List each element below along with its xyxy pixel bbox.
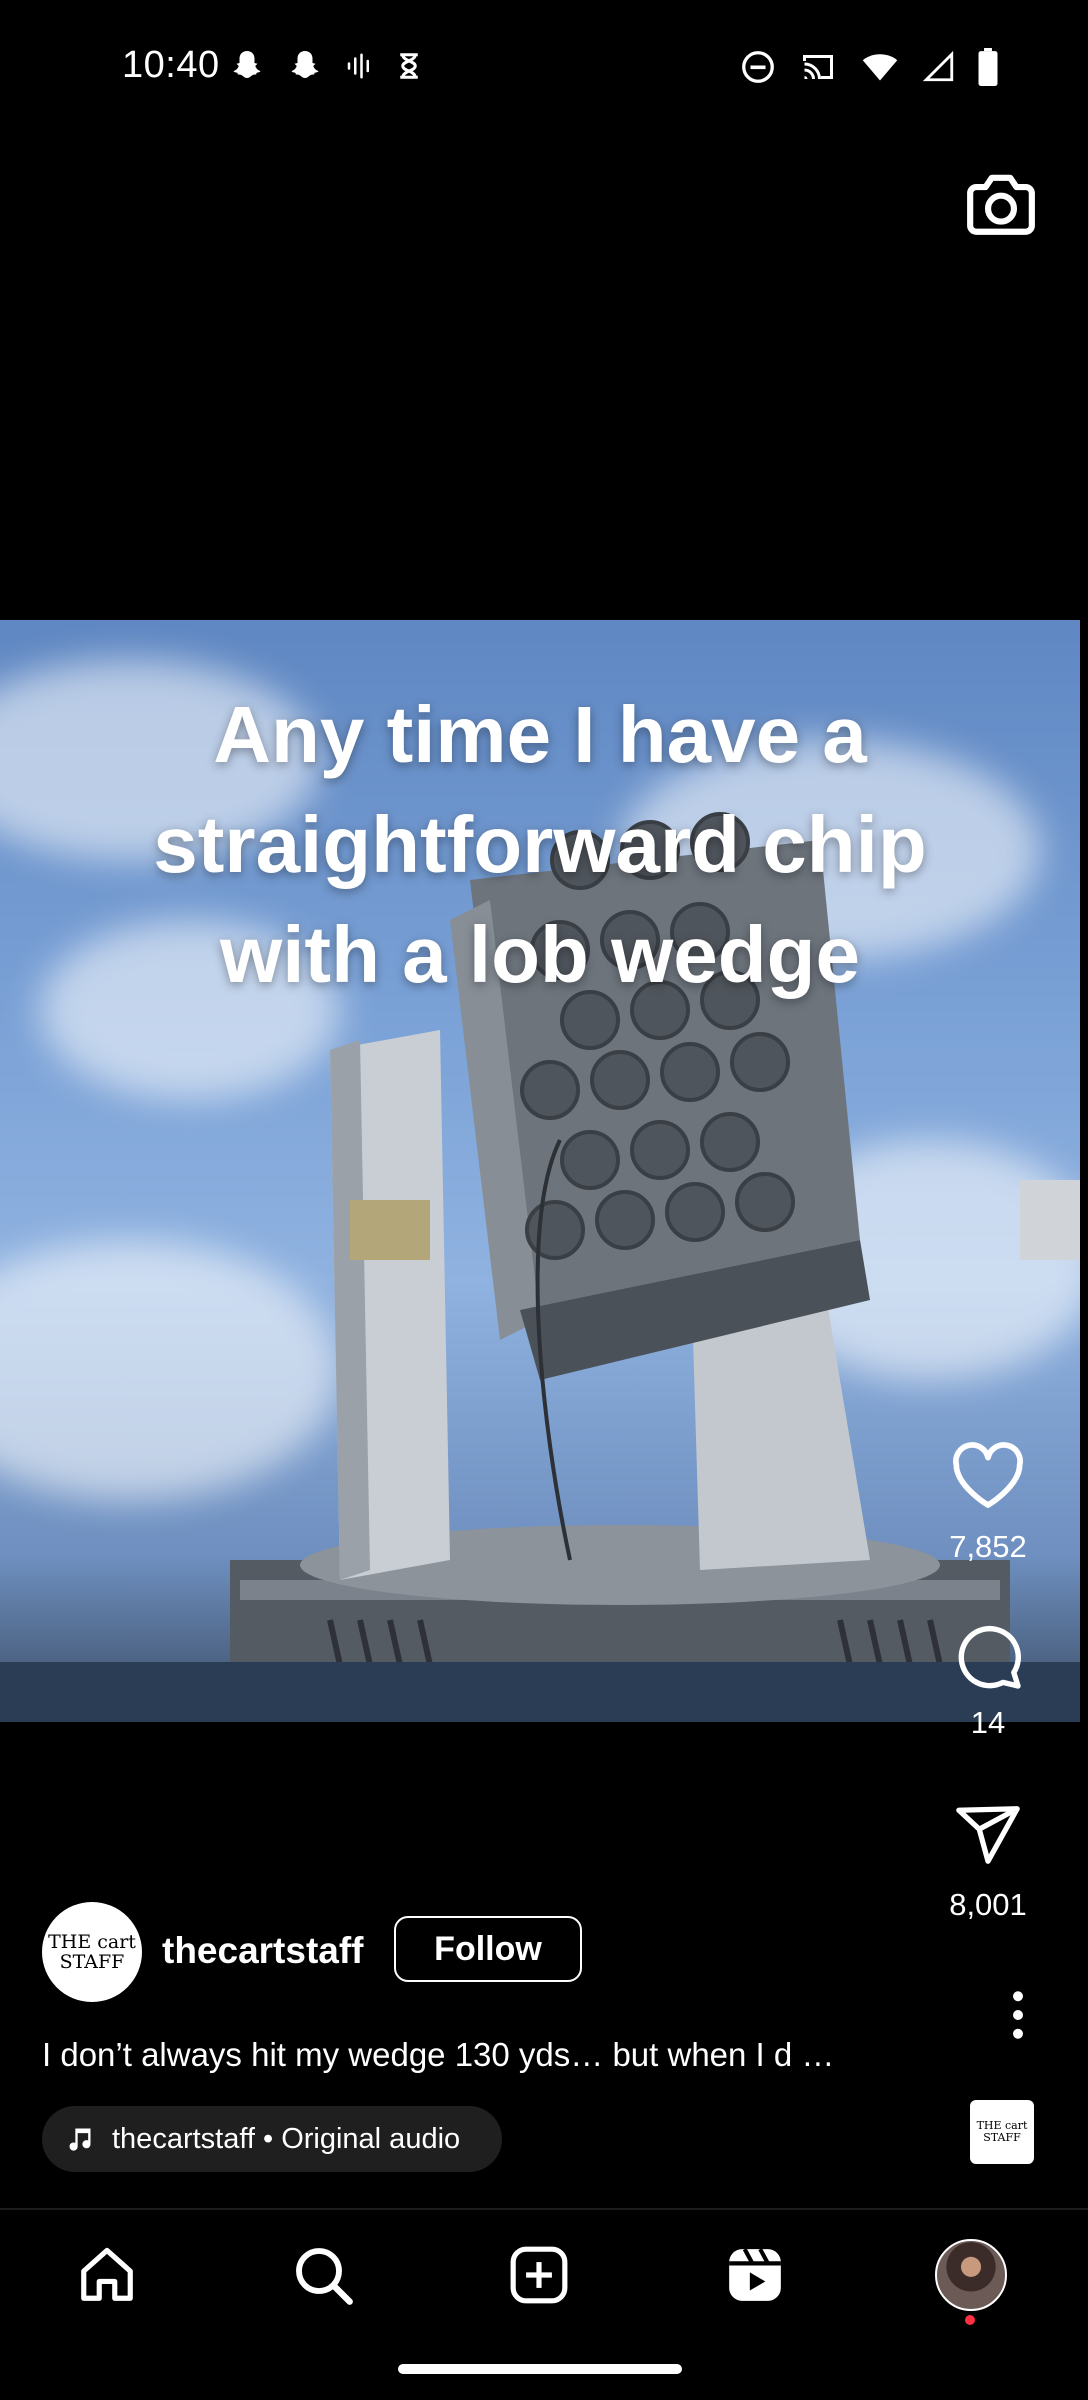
send-icon[interactable] bbox=[951, 1800, 1025, 1870]
caption-line: with a lob wedge bbox=[219, 910, 861, 999]
nav-create[interactable] bbox=[494, 2230, 584, 2320]
more-vertical-icon bbox=[1013, 1991, 1023, 2039]
reel-description[interactable]: I don’t always hit my wedge 130 yds… but… bbox=[42, 2036, 834, 2074]
bottom-nav bbox=[0, 2230, 1088, 2320]
battery-icon bbox=[978, 48, 998, 86]
like-count: 7,852 bbox=[949, 1529, 1027, 1564]
nav-divider bbox=[0, 2208, 1088, 2210]
audio-thumbnail[interactable]: THE cart STAFF bbox=[970, 2100, 1034, 2164]
status-time: 10:40 bbox=[122, 44, 220, 86]
audio-label: thecartstaff • Original audio bbox=[112, 2122, 461, 2155]
comment-action[interactable]: 14 bbox=[928, 1620, 1048, 1741]
reel-caption: Any time I have a straightforward chip w… bbox=[0, 680, 1080, 1010]
comment-icon[interactable] bbox=[950, 1620, 1026, 1692]
snapchat-icon bbox=[291, 51, 319, 78]
comment-count: 14 bbox=[970, 1705, 1006, 1740]
author-avatar[interactable]: THE cart STAFF bbox=[42, 1902, 142, 2002]
nav-reels[interactable] bbox=[710, 2230, 800, 2320]
nav-home[interactable] bbox=[62, 2230, 152, 2320]
status-right-icons bbox=[740, 48, 998, 86]
create-icon bbox=[510, 2246, 568, 2304]
caption-line: Any time I have a bbox=[213, 690, 867, 779]
nav-search[interactable] bbox=[278, 2230, 368, 2320]
reel-video[interactable]: Any time I have a straightforward chip w… bbox=[0, 620, 1080, 1722]
more-options-button[interactable] bbox=[998, 1990, 1038, 2040]
camera-icon bbox=[967, 174, 1035, 235]
share-action[interactable]: 8,001 bbox=[928, 1800, 1048, 1923]
wifi-icon bbox=[862, 54, 898, 81]
home-indicator[interactable] bbox=[398, 2364, 682, 2374]
snapchat-icon bbox=[233, 51, 261, 78]
nav-profile[interactable] bbox=[926, 2230, 1016, 2320]
do-not-disturb-icon bbox=[742, 51, 774, 83]
audio-pill[interactable]: thecartstaff • Original audio bbox=[42, 2106, 503, 2172]
follow-button[interactable]: Follow bbox=[394, 1916, 582, 1982]
camera-button[interactable] bbox=[964, 170, 1038, 238]
like-action[interactable]: 7,852 bbox=[928, 1440, 1048, 1565]
heart-icon[interactable] bbox=[950, 1440, 1026, 1510]
caption-line: straightforward chip bbox=[153, 800, 927, 889]
profile-avatar bbox=[935, 2239, 1007, 2311]
music-note-icon bbox=[69, 2128, 91, 2151]
notification-dot bbox=[965, 2315, 975, 2325]
status-left-icons bbox=[228, 48, 424, 84]
search-icon bbox=[296, 2248, 353, 2305]
share-count: 8,001 bbox=[949, 1887, 1027, 1922]
reels-icon bbox=[729, 2248, 781, 2301]
author-username[interactable]: thecartstaff bbox=[162, 1930, 364, 1972]
cast-icon bbox=[803, 55, 833, 80]
home-icon bbox=[81, 2247, 133, 2301]
voice-recorder-icon bbox=[347, 53, 369, 79]
hourglass-icon bbox=[400, 53, 418, 79]
cell-signal-icon bbox=[922, 50, 954, 82]
